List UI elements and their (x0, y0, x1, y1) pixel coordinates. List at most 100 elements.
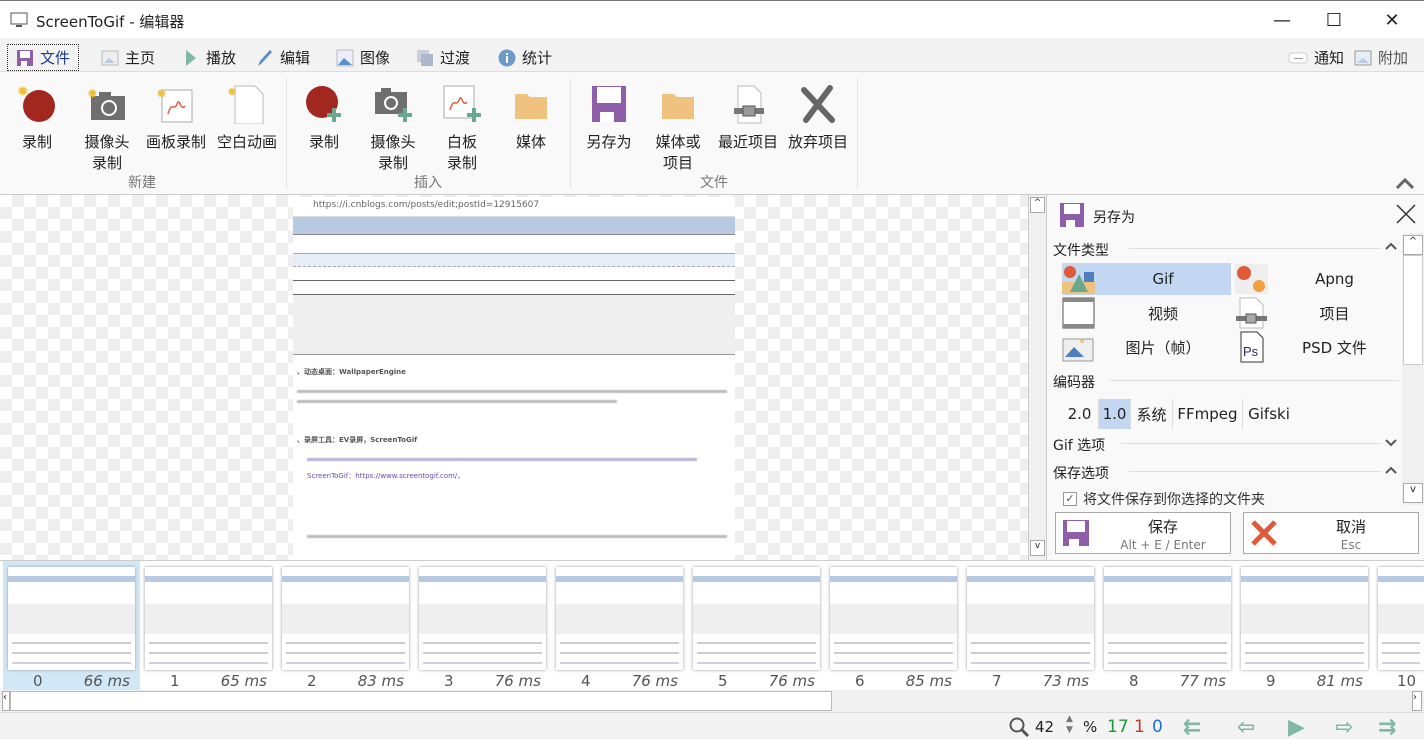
group-label-insert: 插入 (414, 175, 442, 191)
new-blank-animation-button[interactable]: ✹ 空白动画 (212, 78, 282, 153)
cancel-button[interactable]: 取消 Esc (1243, 512, 1419, 554)
record-add-icon (304, 84, 344, 124)
floppy-icon (1060, 203, 1084, 227)
file-type-images[interactable]: 图片（帧） (1062, 331, 1231, 363)
tab-play[interactable]: 播放 (174, 44, 244, 71)
tab-transition[interactable]: 过渡 (408, 44, 478, 71)
frame-number: 0 (33, 672, 43, 690)
encoder-gifski[interactable]: Gifski (1243, 399, 1295, 429)
preview-url: https://i.cnblogs.com/posts/edit;postId=… (293, 197, 735, 217)
discard-x-icon (798, 84, 838, 124)
tab-statistics[interactable]: 统计 (490, 44, 560, 71)
frame-item[interactable]: 0 66 ms (3, 561, 140, 691)
file-type-gif[interactable]: Gif (1062, 263, 1231, 295)
frame-delay: 76 ms (631, 672, 678, 690)
frame-item[interactable]: 3 76 ms (414, 561, 551, 691)
checkbox-check-icon: ✓ (1063, 492, 1077, 506)
frame-item[interactable]: 6 85 ms (825, 561, 962, 691)
scroll-down-icon[interactable]: v (1403, 483, 1423, 503)
board-icon: ✹ (156, 84, 196, 124)
close-panel-icon[interactable] (1395, 203, 1417, 225)
tab-file[interactable]: 文件 (7, 44, 80, 71)
encoder-2-0[interactable]: 2.0 (1061, 399, 1099, 429)
frame-preview: https://i.cnblogs.com/posts/edit;postId=… (293, 197, 735, 560)
notifications-button[interactable]: 通知 (1284, 44, 1348, 71)
group-label-new: 新建 (128, 175, 156, 191)
insert-board-recording-button[interactable]: 白板 录制 (428, 78, 496, 174)
scroll-down-icon[interactable]: v (1030, 540, 1045, 556)
preview-heading: 、动态桌面：WallpaperEngine (297, 368, 406, 376)
first-frame-button[interactable]: ⇇ (1183, 715, 1201, 740)
file-type-psd[interactable]: Ps PSD 文件 (1235, 331, 1401, 363)
frame-number: 10 (1397, 672, 1417, 690)
frame-canvas[interactable]: https://i.cnblogs.com/posts/edit;postId=… (0, 195, 1028, 560)
save-options-header[interactable]: 保存选项 (1053, 463, 1109, 483)
insert-media-button[interactable]: 媒体 (497, 78, 565, 153)
chevron-down-icon[interactable] (1385, 439, 1397, 447)
insert-webcam-recording-button[interactable]: 摄像头 录制 (359, 78, 427, 174)
frame-thumbnail (8, 567, 135, 670)
new-board-recording-button[interactable]: ✹ 画板录制 (141, 78, 211, 153)
zoom-value[interactable]: 42 (1035, 718, 1054, 736)
frame-list-scrollbar[interactable]: ‹ › (0, 690, 1424, 712)
frame-item[interactable]: 8 77 ms (1099, 561, 1236, 691)
frame-list[interactable]: 0 66 ms 1 65 ms 2 83 ms 3 76 ms 4 76 ms 5 76 ms 6 85 … (0, 560, 1424, 691)
scroll-up-icon[interactable]: ^ (1030, 197, 1045, 213)
gif-options-header[interactable]: Gif 选项 (1053, 435, 1105, 455)
new-recording-button[interactable]: ✹ 录制 (3, 78, 71, 153)
close-button[interactable]: ✕ (1366, 1, 1418, 39)
insert-recording-button[interactable]: 录制 (290, 78, 358, 153)
discard-project-button[interactable]: 放弃项目 (783, 78, 853, 153)
play-button[interactable]: ▶ (1288, 715, 1305, 740)
collapse-ribbon-icon[interactable] (1395, 176, 1415, 190)
save-to-folder-checkbox[interactable]: ✓ 将文件保存到你选择的文件夹 (1063, 489, 1265, 509)
minimize-button[interactable]: — (1256, 1, 1308, 39)
gif-image-icon (1062, 266, 1095, 294)
scroll-left-icon[interactable]: ‹ (2, 691, 10, 711)
save-as-button[interactable]: 另存为 (575, 78, 643, 153)
frame-item[interactable]: 1 65 ms (140, 561, 277, 691)
current-frame-index: 0 (1152, 717, 1163, 737)
new-webcam-recording-button[interactable]: ✹ 摄像头 录制 (73, 78, 141, 174)
recent-projects-button[interactable]: 最近项目 (713, 78, 783, 153)
tab-edit[interactable]: 编辑 (248, 44, 318, 71)
canvas-vertical-scrollbar[interactable]: ^ v (1028, 195, 1046, 560)
frame-item[interactable]: 5 76 ms (688, 561, 825, 691)
photoshop-file-icon: Ps (1240, 331, 1264, 363)
frame-item[interactable]: 9 81 ms (1236, 561, 1373, 691)
extras-button[interactable]: 附加 (1350, 44, 1412, 71)
encoder-ffmpeg[interactable]: FFmpeg (1173, 399, 1243, 429)
file-type-video[interactable]: 视频 (1062, 297, 1231, 329)
chevron-up-icon[interactable] (1385, 466, 1397, 474)
svg-text:✹: ✹ (17, 84, 29, 100)
zoom-stepper[interactable]: ▲ ▼ (1066, 714, 1073, 736)
frame-item[interactable]: 2 83 ms (277, 561, 414, 691)
frame-item[interactable]: 10 (1373, 561, 1424, 691)
tab-image[interactable]: 图像 (328, 44, 398, 71)
info-icon (498, 49, 516, 66)
frame-number: 6 (855, 672, 865, 690)
frame-item[interactable]: 4 76 ms (551, 561, 688, 691)
frame-thumbnail (830, 567, 957, 670)
scroll-up-icon[interactable]: ^ (1403, 235, 1423, 255)
scroll-thumb[interactable] (10, 691, 832, 711)
previous-frame-button[interactable]: ⇦ (1237, 715, 1255, 740)
image-icon (336, 49, 354, 66)
scroll-thumb[interactable] (1403, 255, 1423, 365)
chevron-up-icon[interactable] (1385, 242, 1397, 250)
encoder-1-0[interactable]: 1.0 (1099, 399, 1131, 429)
next-frame-button[interactable]: ⇨ (1335, 715, 1353, 740)
file-type-header[interactable]: 文件类型 (1053, 240, 1109, 260)
scroll-right-icon[interactable]: › (1412, 691, 1422, 711)
file-type-project[interactable]: 项目 (1235, 297, 1401, 329)
panel-scrollbar[interactable]: ^ v (1402, 233, 1424, 505)
save-button[interactable]: 保存 Alt + E / Enter (1055, 512, 1231, 554)
open-media-or-project-button[interactable]: 媒体或 项目 (644, 78, 712, 174)
encoder-system[interactable]: 系统 (1131, 399, 1173, 429)
last-frame-button[interactable]: ⇉ (1378, 715, 1396, 740)
svg-text:Ps: Ps (1243, 344, 1259, 359)
frame-item[interactable]: 7 73 ms (962, 561, 1099, 691)
maximize-button[interactable]: ☐ (1308, 1, 1360, 39)
file-type-apng[interactable]: Apng (1235, 263, 1401, 295)
tab-home[interactable]: 主页 (93, 44, 163, 71)
